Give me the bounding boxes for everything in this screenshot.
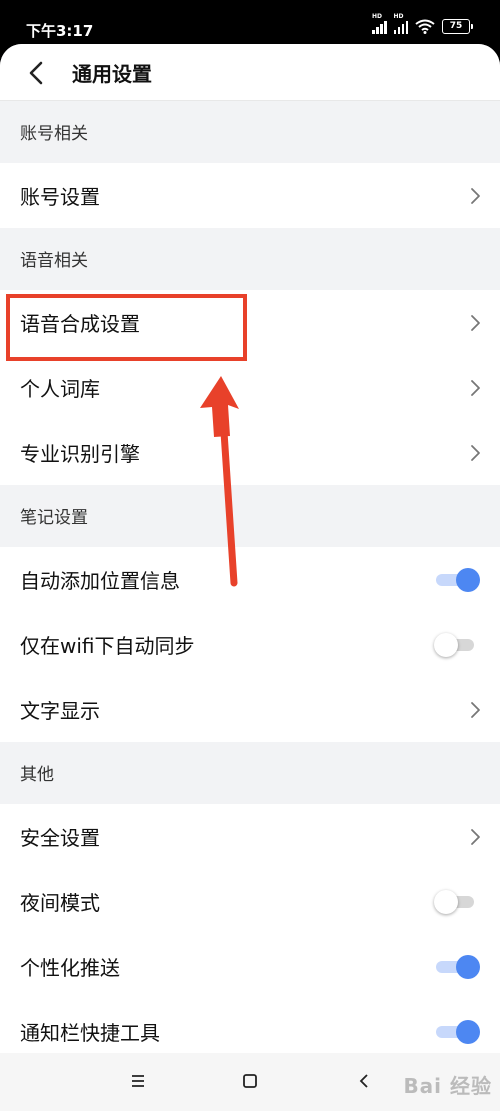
signal-icon: HD	[372, 13, 387, 34]
settings-row[interactable]: 个性化推送	[0, 934, 500, 999]
signal-hd-label-2: HD	[393, 12, 404, 20]
menu-icon[interactable]	[126, 1069, 150, 1093]
system-nav-bar: Bai 经验	[0, 1053, 500, 1111]
settings-row-label: 仅在wifi下自动同步	[20, 634, 195, 658]
settings-group: 自动添加位置信息 仅在wifi下自动同步 文字显示	[0, 547, 500, 742]
settings-group: 安全设置夜间模式个性化推送通知栏快捷工具	[0, 804, 500, 1064]
annotation-arrow-icon	[200, 376, 239, 587]
status-bar: 下午3:17 HD HD 75	[0, 0, 500, 46]
section-label: 笔记设置	[0, 485, 500, 547]
settings-row-label: 通知栏快捷工具	[20, 1021, 160, 1045]
back-arrow-icon[interactable]	[22, 58, 52, 88]
settings-group: 账号设置	[0, 163, 500, 228]
back-icon[interactable]	[352, 1069, 376, 1093]
section-label: 语音相关	[0, 228, 500, 290]
settings-row[interactable]: 仅在wifi下自动同步	[0, 612, 500, 677]
watermark: Bai 经验	[403, 1074, 492, 1098]
chevron-right-icon	[471, 828, 480, 845]
chevron-right-icon	[471, 314, 480, 331]
section-label: 账号相关	[0, 101, 500, 163]
toggle-switch[interactable]	[434, 567, 480, 593]
settings-row-label: 专业识别引擎	[20, 442, 140, 466]
settings-row[interactable]: 文字显示	[0, 677, 500, 742]
settings-row-label: 个性化推送	[20, 956, 120, 980]
home-icon[interactable]	[238, 1069, 262, 1093]
toggle-switch[interactable]	[434, 632, 480, 658]
app-header: 通用设置	[0, 44, 500, 101]
signal-hd-label: HD	[372, 12, 383, 20]
settings-row-label: 安全设置	[20, 826, 100, 850]
status-icons: HD HD 75	[372, 13, 473, 34]
chevron-right-icon	[471, 187, 480, 204]
highlight-box	[6, 294, 247, 361]
chevron-right-icon	[471, 701, 480, 718]
toggle-switch[interactable]	[434, 954, 480, 980]
settings-row[interactable]: 个人词库	[0, 355, 500, 420]
settings-row-label: 账号设置	[20, 185, 100, 209]
section-label: 其他	[0, 742, 500, 804]
settings-row-label: 自动添加位置信息	[20, 569, 180, 593]
settings-row[interactable]: 自动添加位置信息	[0, 547, 500, 612]
chevron-right-icon	[471, 379, 480, 396]
settings-list: 账号相关 账号设置 语音相关 语音合成设置 个人词库 专业识别引擎 笔记设置 自动添加位置信息…	[0, 101, 500, 1064]
settings-row[interactable]: 夜间模式	[0, 869, 500, 934]
settings-row[interactable]: 专业识别引擎	[0, 420, 500, 485]
settings-row-label: 文字显示	[20, 699, 100, 723]
signal-icon-2: HD	[393, 13, 408, 34]
settings-row[interactable]: 安全设置	[0, 804, 500, 869]
page-title: 通用设置	[72, 62, 152, 86]
status-time: 下午3:17	[26, 22, 94, 40]
toggle-switch[interactable]	[434, 1019, 480, 1045]
settings-screen: 通用设置 账号相关 账号设置 语音相关 语音合成设置 个人词库 专业识别引擎 笔记设置 自动添…	[0, 44, 500, 1111]
wifi-icon	[415, 19, 435, 34]
settings-row-label: 个人词库	[20, 377, 100, 401]
settings-row[interactable]: 账号设置	[0, 163, 500, 228]
toggle-switch[interactable]	[434, 889, 480, 915]
chevron-right-icon	[471, 444, 480, 461]
battery-icon: 75	[442, 19, 473, 34]
settings-row-label: 夜间模式	[20, 891, 100, 915]
